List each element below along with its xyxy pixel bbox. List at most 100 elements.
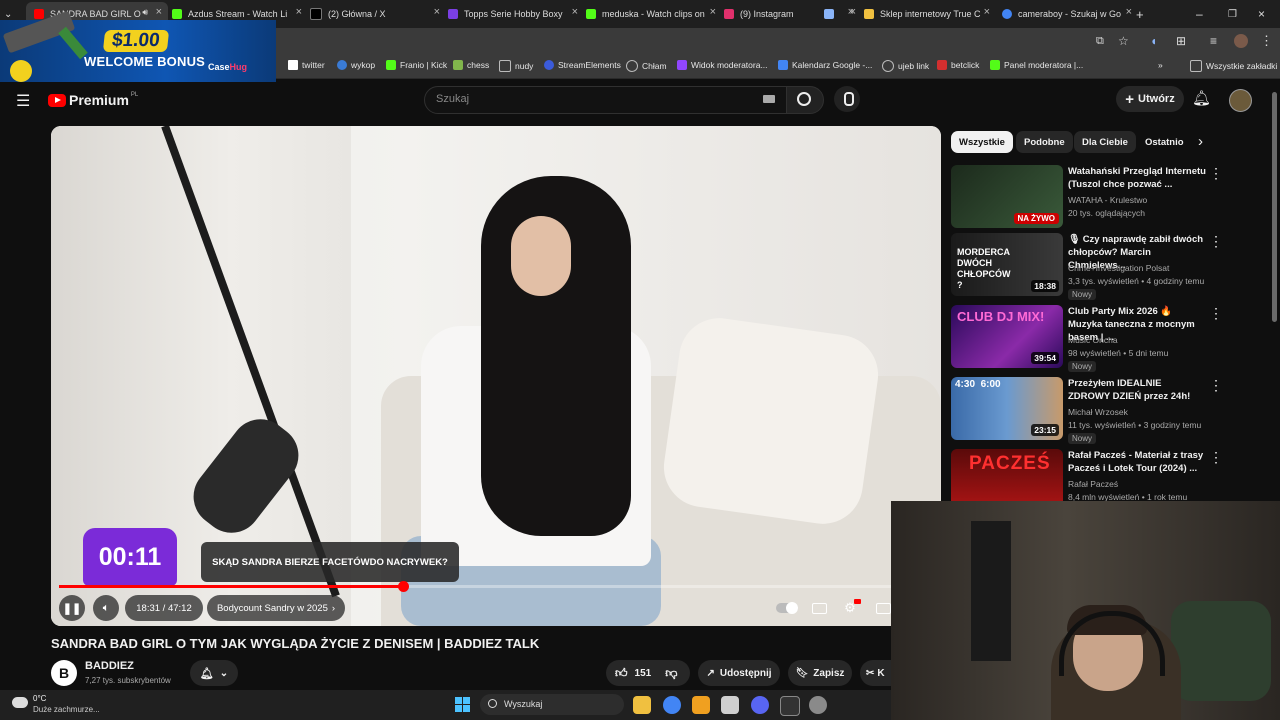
close-window-button[interactable]: × [1258,2,1270,26]
keyboard-icon[interactable] [763,95,775,103]
more-options-icon[interactable]: ⋮ [1209,377,1223,394]
file-explorer-icon[interactable] [633,696,651,714]
hamburger-menu-icon[interactable]: ☰ [16,91,30,111]
pause-button[interactable]: ❚❚ [59,595,85,621]
bookmarks-overflow[interactable]: » [1158,60,1163,70]
tab-2[interactable]: (2) Główna / X × [302,2,446,26]
weather-description[interactable]: Duże zachmurze... [33,705,100,714]
autoplay-toggle[interactable] [773,595,801,621]
dislike-button[interactable]: 👎︎ [665,666,677,681]
notification-button[interactable]: 🔔︎ ⌄ [190,660,238,686]
save-button[interactable]: 🔖︎ Zapisz [788,660,852,686]
bookmark-item[interactable]: Widok moderatora... [677,60,768,70]
search-input[interactable]: Szukaj [424,86,790,114]
progress-bar[interactable] [59,581,941,592]
video-player[interactable]: 00:11 SKĄD SANDRA BIERZE FACETÓWDO NACRY… [51,126,941,626]
ad-brand: CaseHug [208,62,247,72]
channel-avatar[interactable]: B [51,660,77,686]
bookmark-item[interactable]: Panel moderatora |... [990,60,1083,70]
bell-icon[interactable]: 🔔︎ [1192,89,1211,107]
close-icon[interactable]: × [1126,6,1132,18]
more-options-icon[interactable]: ⋮ [1209,233,1223,250]
volume-button[interactable]: 🔈︎ [93,595,119,621]
share-button[interactable]: ↗ Udostępnij [698,660,780,686]
bookmark-item[interactable]: Kalendarz Google -... [778,60,872,70]
bookmark-item[interactable]: betclick [937,60,979,70]
install-icon[interactable]: ⧉ [1096,35,1104,48]
recommendation-item[interactable]: PACZEŚ Rafał Pacześ - Materiał z trasy P… [951,449,1271,501]
discord-icon[interactable] [751,696,769,714]
video-thumbnail[interactable]: CLUB DJ MIX! 39:54 [951,305,1063,368]
app-icon[interactable] [721,696,739,714]
video-thumbnail[interactable]: MORDERCA DWÓCH CHŁOPCÓW ? 18:38 [951,233,1063,296]
puzzle-icon[interactable]: ⊞ [1176,34,1186,48]
recommendation-meta: 98 wyświetleń • 5 dni temu [1068,348,1169,358]
create-button[interactable]: + Utwórz [1116,86,1184,112]
video-thumbnail[interactable]: 4:30 6:00 23:15 [951,377,1063,440]
tab-3[interactable]: Topps Serie Hobby Boxy × [440,2,584,26]
chapter-button[interactable]: Bodycount Sandry w 2025 › [207,595,345,621]
chevron-right-icon[interactable]: › [1198,133,1203,150]
video-thumbnail[interactable]: PACZEŚ [951,449,1063,501]
close-icon[interactable]: × [156,6,162,18]
chip-related[interactable]: Podobne [1016,131,1073,153]
tab-8[interactable]: cameraboy - Szukaj w Go × [994,2,1138,26]
avatar[interactable] [1229,89,1252,112]
countdown-overlay: 00:11 [83,528,177,586]
more-options-icon[interactable]: ⋮ [1209,449,1223,466]
chip-for-you[interactable]: Dla Ciebie [1074,131,1136,153]
menu-dots-icon[interactable]: ⋮ [1260,33,1273,49]
chip-recent[interactable]: Ostatnio [1137,131,1192,153]
windows-start-icon[interactable] [455,697,470,712]
recommendation-item[interactable]: 4:30 6:00 23:15 Przeżyłem IDEALNIE ZDROWY… [951,377,1271,444]
taskbar-search-input[interactable]: Wyszukaj [480,694,624,715]
more-options-icon[interactable]: ⋮ [1209,305,1223,322]
profile-avatar[interactable] [1234,34,1248,48]
video-thumbnail[interactable]: NA ŻYWO [951,165,1063,228]
progress-scrubber[interactable] [397,581,409,592]
speaker-icon[interactable]: 🔊︎ [142,7,148,18]
bookmark-item[interactable]: wykop [337,60,375,70]
subtitles-button[interactable] [807,595,831,621]
all-bookmarks[interactable]: Wszystkie zakładki [1190,60,1277,72]
close-icon[interactable]: × [984,6,990,18]
page-scrollbar[interactable] [1272,92,1277,322]
search-button[interactable] [786,86,824,114]
weather-temperature[interactable]: 0°C [33,694,46,703]
settings-icon[interactable] [809,696,827,714]
star-icon[interactable]: ☆ [1118,34,1129,48]
bookmark-item[interactable]: StreamElements [544,60,621,70]
voice-search-button[interactable] [834,86,860,112]
bookmark-label: wykop [351,60,376,70]
bookmark-item[interactable]: twitter [288,60,325,70]
youtube-logo[interactable]: Premium PL [48,92,138,108]
recommendation-item[interactable]: NA ŻYWO Watahański Przegląd Internetu (T… [951,165,1271,229]
new-badge: Nowy [1068,361,1097,372]
like-button[interactable]: 👍︎ 151 [606,666,651,681]
tab-4[interactable]: meduska - Watch clips on × [578,2,722,26]
new-tab-button[interactable]: + [1136,2,1152,26]
more-options-icon[interactable]: ⋮ [1209,165,1223,182]
bookmark-item[interactable]: ujeb link [882,60,929,72]
bookmark-item[interactable]: chess [453,60,489,70]
thumbnail-text: 4:30 6:00 [955,379,1001,390]
extension-icon[interactable]: ◖ [1150,34,1157,48]
chrome-icon[interactable] [663,696,681,714]
app-icon[interactable] [692,696,710,714]
bookmark-item[interactable]: Franio | Kick [386,60,447,70]
channel-name[interactable]: BADDIEZ [85,660,134,672]
recommendation-item[interactable]: CLUB DJ MIX! 39:54 Club Party Mix 2026 🔥 … [951,305,1271,372]
bookmark-item[interactable]: Chłam [626,60,667,72]
recommendation-item[interactable]: MORDERCA DWÓCH CHŁOPCÓW ? 18:38 🎙 Czy nap… [951,233,1271,300]
x-icon [288,60,298,70]
bookmark-item[interactable]: nudy [499,60,533,72]
tab-7[interactable]: Sklep internetowy True C × [856,2,996,26]
chip-all[interactable]: Wszystkie [951,131,1013,153]
toggle-icon [776,602,798,614]
media-icon[interactable]: ≡ [1210,34,1217,48]
minimize-button[interactable]: – [1196,2,1208,26]
settings-button[interactable]: ⚙ [837,595,863,621]
video-caption-overlay: SKĄD SANDRA BIERZE FACETÓWDO NACRYWEK? [201,542,459,582]
restore-button[interactable]: ❐ [1228,2,1240,26]
terminal-icon[interactable] [780,696,800,716]
